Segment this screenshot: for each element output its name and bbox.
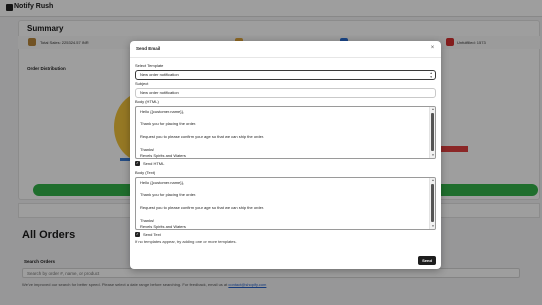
template-select[interactable]: New order notification ▴ ▾ bbox=[135, 70, 436, 80]
body-html-line: Thank you for placing the order. bbox=[140, 121, 197, 126]
scroll-thumb[interactable] bbox=[431, 113, 434, 151]
body-text-line: Thanks! bbox=[140, 218, 155, 223]
body-html-label: Body (HTML) bbox=[135, 99, 159, 104]
select-arrows-icon: ▴ ▾ bbox=[430, 71, 432, 79]
body-text-line: Revels Spirits and Waters bbox=[140, 224, 186, 229]
send-html-checkbox[interactable]: ✓ bbox=[135, 161, 140, 166]
body-text-scrollbar[interactable]: ▲ ▼ bbox=[429, 178, 435, 229]
body-html-textarea[interactable]: Hello {{customer.name}}, Thank you for p… bbox=[135, 106, 436, 159]
select-template-label: Select Template bbox=[135, 63, 164, 68]
modal-header: Send Email × bbox=[130, 41, 441, 58]
close-button[interactable]: × bbox=[428, 44, 437, 53]
body-html-scrollbar[interactable]: ▲ ▼ bbox=[429, 107, 435, 158]
close-icon: × bbox=[430, 45, 435, 51]
scroll-down-icon[interactable]: ▼ bbox=[430, 224, 435, 229]
scroll-up-icon[interactable]: ▲ bbox=[430, 107, 435, 112]
body-html-line: Thanks! bbox=[140, 147, 155, 152]
send-text-label: Send Text bbox=[143, 232, 161, 237]
send-html-label: Send HTML bbox=[143, 161, 165, 166]
body-text-label: Body (Text) bbox=[135, 170, 156, 175]
body-text-line: Request you to please confirm your age s… bbox=[140, 205, 265, 210]
subject-label: Subject bbox=[135, 81, 149, 86]
scroll-thumb[interactable] bbox=[431, 184, 434, 222]
modal-title: Send Email bbox=[136, 46, 161, 51]
template-select-value: New order notification bbox=[140, 72, 179, 77]
scroll-down-icon[interactable]: ▼ bbox=[430, 153, 435, 158]
subject-value: New order notification bbox=[140, 90, 179, 95]
body-text-line: Thank you for placing the order. bbox=[140, 192, 197, 197]
send-text-checkbox[interactable]: ✓ bbox=[135, 232, 140, 237]
body-html-line: Hello {{customer.name}}, bbox=[140, 109, 185, 114]
body-text-textarea[interactable]: Hello {{customer.name}}, Thank you for p… bbox=[135, 177, 436, 230]
send-button[interactable]: Send bbox=[418, 256, 436, 265]
send-email-modal: Send Email × Select Template New order n… bbox=[130, 41, 441, 269]
body-text-line: Hello {{customer.name}}, bbox=[140, 180, 185, 185]
templates-hint: If no templates appear, try adding one o… bbox=[135, 239, 237, 244]
body-html-line: Request you to please confirm your age s… bbox=[140, 134, 265, 139]
scroll-up-icon[interactable]: ▲ bbox=[430, 178, 435, 183]
body-html-line: Revels Spirits and Waters bbox=[140, 153, 186, 158]
subject-input[interactable]: New order notification bbox=[135, 88, 436, 98]
